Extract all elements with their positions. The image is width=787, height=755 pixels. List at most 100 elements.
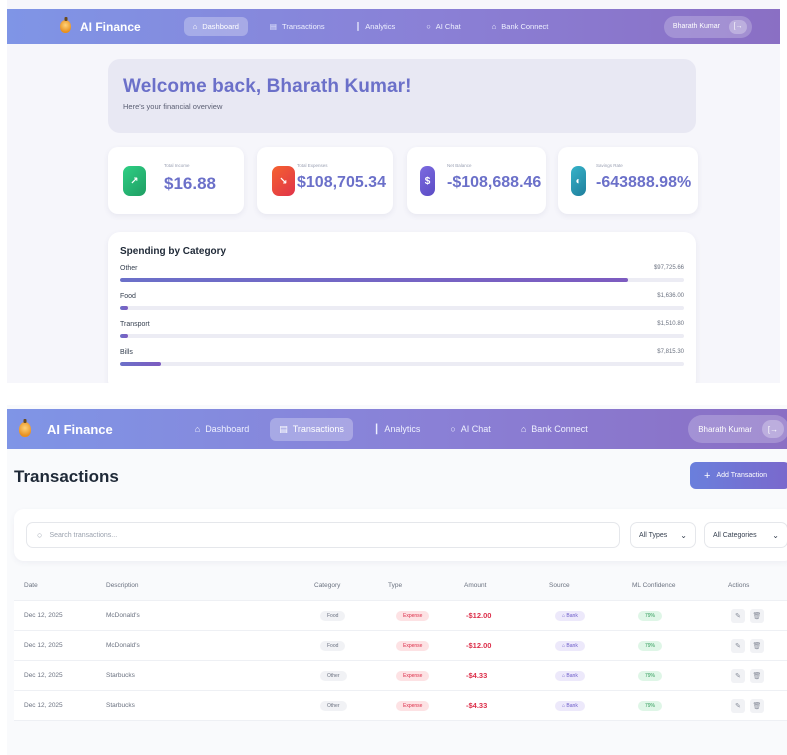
column-header-ml-confidence[interactable]: ML Confidence: [632, 571, 675, 600]
table-row: Dec 12, 2025 McDonald's Food Expense -$1…: [14, 601, 787, 631]
stat-card-savings-rate: ◐ Savings Rate -643888.98%: [558, 147, 698, 214]
edit-icon[interactable]: ✎: [731, 608, 745, 623]
row-description: Starbucks: [106, 702, 135, 709]
home-icon: ⌂: [194, 424, 201, 434]
row-amount: -$4.33: [466, 701, 488, 710]
table-row: Dec 12, 2025 Starbucks Other Expense -$4…: [14, 691, 787, 721]
stat-card-expenses: ↘ Total Expenses $108,705.34: [257, 147, 393, 214]
type-chip: Expense: [396, 670, 430, 681]
nav-item-label: Transactions: [292, 424, 344, 434]
category-name: Food: [120, 293, 136, 300]
stat-label: Total Income: [164, 163, 190, 168]
edit-icon[interactable]: ✎: [731, 668, 745, 683]
nav-item-analytics[interactable]: ┃ Analytics: [365, 418, 429, 441]
category-amount: $1,510.80: [657, 321, 684, 327]
delete-icon[interactable]: 🗑: [750, 698, 764, 713]
edit-icon[interactable]: ✎: [731, 698, 745, 713]
nav-item-transactions[interactable]: ▤ Transactions: [261, 17, 334, 36]
top-nav: AI Finance ⌂ Dashboard ▤ Transactions ┃ …: [7, 9, 780, 44]
nav-item-bank-connect[interactable]: ⌂ Bank Connect: [512, 418, 597, 440]
nav-items: ⌂ Dashboard ▤ Transactions ┃ Analytics ○…: [183, 17, 571, 36]
nav-item-label: Bank Connect: [531, 424, 588, 434]
column-header-actions: Actions: [728, 582, 750, 589]
row-amount: -$4.33: [466, 671, 488, 680]
add-transaction-button[interactable]: + Add Transaction: [690, 462, 787, 489]
user-menu[interactable]: Bharath Kumar [→: [688, 415, 787, 443]
column-header-category[interactable]: Category: [314, 571, 340, 600]
category-chip: Other: [320, 700, 347, 711]
stat-value: -$108,688.46: [447, 174, 542, 191]
nav-item-transactions[interactable]: ▤ Transactions: [270, 417, 353, 441]
category-bar-fill: [120, 334, 128, 338]
category-bar-fill: [120, 306, 129, 310]
nav-items: ⌂ Dashboard ▤ Transactions ┃ Analytics ○…: [186, 417, 609, 441]
category-chip: Food: [320, 610, 346, 621]
column-header-amount[interactable]: Amount: [464, 571, 486, 600]
search-icon: ○: [37, 530, 43, 540]
category-bar-track: [120, 306, 684, 310]
confidence-chip: 79%: [638, 610, 663, 621]
nav-item-ai-chat[interactable]: ○ AI Chat: [417, 17, 470, 36]
nav-item-label: Analytics: [365, 22, 396, 31]
transactions-table: Date Description Category Type Amount So…: [14, 571, 787, 721]
category-amount: $1,636.00: [657, 293, 684, 299]
confidence-chip: 79%: [638, 700, 663, 711]
category-name: Other: [120, 265, 138, 272]
user-menu[interactable]: Bharath Kumar [→: [663, 15, 752, 38]
nav-item-label: Transactions: [282, 22, 325, 31]
lightbulb-logo-icon: [60, 20, 71, 33]
category-name: Transport: [120, 321, 150, 328]
brand[interactable]: AI Finance: [60, 20, 141, 34]
trend-down-icon: ↘: [272, 166, 295, 196]
category-bar-fill: [120, 362, 161, 366]
delete-icon[interactable]: 🗑: [750, 668, 764, 683]
stat-value: $108,705.34: [297, 174, 386, 191]
logout-icon[interactable]: [→: [762, 420, 784, 438]
category-amount: $97,725.66: [653, 265, 684, 271]
chat-icon: ○: [426, 22, 431, 31]
row-description: McDonald's: [106, 612, 140, 619]
stat-label: Savings Rate: [596, 163, 623, 168]
column-header-date[interactable]: Date: [24, 571, 38, 600]
nav-item-label: Analytics: [384, 424, 421, 434]
list-icon: ▤: [269, 22, 278, 31]
search-input[interactable]: ○ Search transactions...: [26, 522, 620, 548]
row-amount: -$12.00: [466, 641, 492, 650]
type-chip: Expense: [396, 700, 430, 711]
welcome-banner: Welcome back, Bharath Kumar! Here's your…: [108, 59, 696, 133]
filter-bar: ○ Search transactions... All Types ⌄ All…: [14, 509, 787, 561]
category-bar-track: [120, 278, 684, 282]
delete-icon[interactable]: 🗑: [750, 638, 764, 653]
column-header-type[interactable]: Type: [388, 571, 402, 600]
category-filter-select[interactable]: All Categories ⌄: [704, 522, 787, 548]
dashboard-screenshot: AI Finance ⌂ Dashboard ▤ Transactions ┃ …: [7, 0, 780, 383]
chart-icon: ┃: [355, 22, 361, 31]
type-filter-select[interactable]: All Types ⌄: [630, 522, 696, 548]
chart-icon: ┃: [373, 423, 380, 434]
dollar-icon: $: [420, 166, 435, 196]
edit-icon[interactable]: ✎: [731, 638, 745, 653]
source-chip-label: Bank: [566, 642, 578, 649]
type-filter-value: All Types: [639, 531, 668, 539]
logout-icon[interactable]: [→: [729, 19, 747, 34]
nav-item-dashboard[interactable]: ⌂ Dashboard: [183, 17, 248, 36]
add-transaction-label: Add Transaction: [716, 472, 768, 479]
nav-item-dashboard[interactable]: ⌂ Dashboard: [186, 418, 258, 440]
brand[interactable]: AI Finance: [19, 421, 113, 437]
category-row-other: Other $97,725.66: [120, 265, 684, 293]
top-nav: AI Finance ⌂ Dashboard ▤ Transactions ┃ …: [7, 409, 787, 449]
category-bar-fill: [120, 278, 628, 282]
nav-item-label: Bank Connect: [501, 22, 549, 31]
home-icon: ⌂: [192, 22, 198, 31]
source-chip: ⌂ Bank: [555, 610, 585, 621]
source-chip-label: Bank: [566, 612, 578, 619]
row-amount: -$12.00: [466, 611, 492, 620]
column-header-description[interactable]: Description: [106, 571, 139, 600]
nav-item-bank-connect[interactable]: ⌂ Bank Connect: [483, 17, 558, 36]
nav-item-analytics[interactable]: ┃ Analytics: [347, 17, 405, 36]
nav-item-ai-chat[interactable]: ○ AI Chat: [441, 418, 499, 440]
table-row: Dec 12, 2025 McDonald's Food Expense -$1…: [14, 631, 787, 661]
delete-icon[interactable]: 🗑: [750, 608, 764, 623]
column-header-source[interactable]: Source: [549, 571, 570, 600]
piggy-bank-icon: ◐: [571, 166, 586, 196]
